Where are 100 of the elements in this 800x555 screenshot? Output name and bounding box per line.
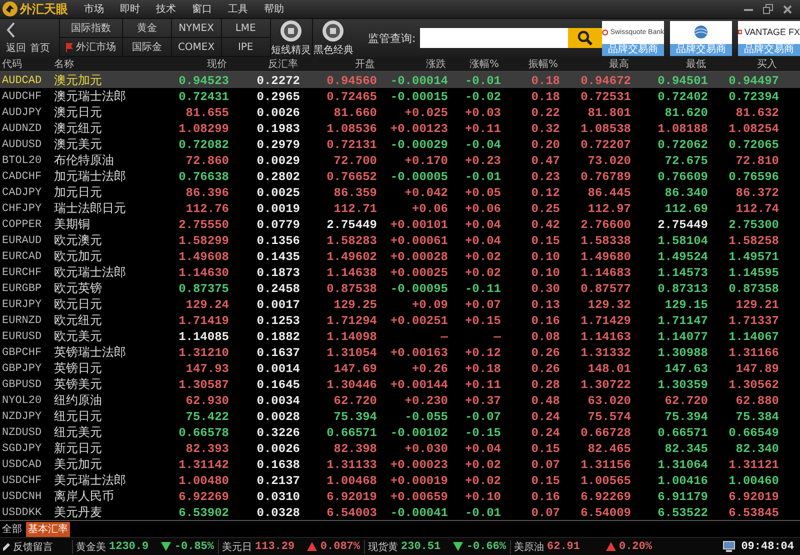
table-cell-text: 0.72131 bbox=[326, 138, 377, 152]
table-cell-text: 1.31332 bbox=[580, 346, 631, 360]
table-cell-text: 0.15 bbox=[530, 442, 560, 456]
tab[interactable]: 全部 bbox=[0, 522, 24, 536]
table-cell-text: 0.2965 bbox=[256, 90, 300, 104]
home-button[interactable]: 首页 bbox=[30, 41, 50, 55]
table-cell-text: -0.01 bbox=[464, 74, 501, 88]
table-cell-text: 0.87313 bbox=[656, 282, 708, 296]
table-cell-text: 1.08299 bbox=[178, 122, 229, 136]
table-cell-text: -0.00014 bbox=[389, 74, 448, 88]
selected-row[interactable]: AUDCAD 澳元加元 0.94523 0.2272 0.94560 -0.00014 -0.01 0.18 0.94672 0.94501 0.94497 bbox=[0, 72, 800, 88]
table-cell-text: 0.15 bbox=[530, 234, 560, 248]
market-button[interactable]: NYMEX bbox=[172, 19, 221, 38]
column-header[interactable]: 开盘 bbox=[300, 57, 377, 71]
restore-icon[interactable] bbox=[763, 4, 773, 14]
search-label: 监管查询: bbox=[368, 30, 416, 46]
table-cell-text: 0.72394 bbox=[728, 90, 779, 104]
table-cell-text: 1.08254 bbox=[728, 122, 779, 136]
table-cell-text: +0.09 bbox=[410, 298, 448, 312]
table-cell-text: 2.75550 bbox=[178, 218, 229, 232]
column-header[interactable]: 名称 bbox=[52, 57, 132, 71]
tool-button[interactable]: 黑色经典 bbox=[312, 19, 354, 57]
table-cell-text: 纽元日元 bbox=[53, 408, 103, 425]
column-header[interactable]: 涨幅% bbox=[448, 57, 501, 71]
tab[interactable]: 基本汇率 bbox=[26, 522, 70, 536]
table-cell-text: +0.00025 bbox=[389, 266, 448, 280]
table-cell-text: 62.880 bbox=[734, 394, 779, 408]
column-header[interactable]: 现价 bbox=[132, 57, 229, 71]
table-cell-text: +0.03 bbox=[464, 106, 501, 120]
table-cell-text: 112.97 bbox=[586, 202, 631, 216]
table-cell-text: 1.08536 bbox=[326, 122, 377, 136]
column-header[interactable]: 最高 bbox=[560, 57, 631, 71]
table-cell-text: 0.76596 bbox=[728, 170, 779, 184]
menu-item[interactable]: 工具 bbox=[228, 2, 248, 16]
feedback-button[interactable]: 反馈留言 bbox=[0, 540, 72, 554]
table-cell-text: 1.71294 bbox=[326, 314, 377, 328]
column-header[interactable]: 涨跌 bbox=[377, 57, 448, 71]
table-cell-text: 新元日元 bbox=[53, 440, 103, 457]
table-cell-text: 1.30446 bbox=[326, 378, 377, 392]
table-cell-text: 1.31156 bbox=[580, 458, 631, 472]
table-cell-text: +0.00163 bbox=[389, 346, 448, 360]
tool-button[interactable]: 短线精灵 bbox=[270, 19, 312, 57]
table-cell-text: 0.0328 bbox=[256, 506, 300, 520]
table-cell-text: 72.860 bbox=[184, 154, 229, 168]
table-cell-text: 1.30587 bbox=[178, 378, 229, 392]
table-cell-text: GBPUSD bbox=[1, 378, 43, 390]
broker-ad[interactable]: VANTAGE FX 品牌交易商 bbox=[738, 20, 800, 56]
table-cell-text: 美元瑞士法郎 bbox=[53, 472, 127, 489]
table-cell-text: 0.18 bbox=[530, 90, 560, 104]
market-button[interactable]: 国际指数 bbox=[60, 19, 122, 38]
table-cell-text: 1.31054 bbox=[326, 346, 377, 360]
search-button[interactable] bbox=[568, 28, 602, 48]
table-cell-text: NYOL20 bbox=[1, 394, 43, 406]
search-field[interactable] bbox=[420, 28, 568, 48]
menu-item[interactable]: 窗口 bbox=[192, 2, 212, 16]
menu-item[interactable]: 市场 bbox=[84, 2, 104, 16]
column-header[interactable]: 代码 bbox=[0, 57, 52, 71]
table-cell-text: 欧元英镑 bbox=[53, 280, 103, 297]
close-icon[interactable] bbox=[783, 4, 792, 14]
menu-item[interactable]: 即时 bbox=[120, 2, 140, 16]
back-button[interactable]: 返回 bbox=[6, 41, 26, 55]
column-header[interactable]: 买入 bbox=[708, 57, 779, 71]
table-cell-text: 0.72402 bbox=[656, 90, 708, 104]
table-cell-text: 129.15 bbox=[664, 298, 708, 312]
table-cell-text: 1.49571 bbox=[728, 250, 779, 264]
table-cell-text: +0.00061 bbox=[389, 234, 448, 248]
menu-item[interactable]: 帮助 bbox=[264, 2, 284, 16]
table-cell-text: 1.49608 bbox=[178, 250, 229, 264]
column-header[interactable]: 振幅% bbox=[501, 57, 560, 71]
table-cell-text: 1.14163 bbox=[580, 330, 631, 344]
table-cell-text: +0.04 bbox=[464, 234, 501, 248]
ticker-change: -0.66% bbox=[466, 540, 507, 552]
table-cell-text: 0.1882 bbox=[256, 330, 300, 344]
table-cell-text: 加元日元 bbox=[53, 184, 103, 201]
ticker-value: 113.29 bbox=[255, 540, 295, 552]
column-header[interactable]: 最低 bbox=[631, 57, 708, 71]
table-cell-text: 0.0029 bbox=[256, 154, 300, 168]
column-header[interactable]: 反汇率 bbox=[229, 57, 300, 71]
table-cell-text: 1.31166 bbox=[728, 346, 779, 360]
table-cell-text: 0.26 bbox=[530, 346, 560, 360]
table-cell-text: 6.92019 bbox=[728, 490, 779, 504]
table-cell-text: 1.49524 bbox=[656, 250, 708, 264]
table-cell-text: 欧元纽元 bbox=[53, 312, 103, 329]
table-cell-text: 1.58283 bbox=[326, 234, 377, 248]
table-cell-text: 6.92269 bbox=[580, 490, 631, 504]
table-cell-text: 129.24 bbox=[184, 298, 229, 312]
table-cell-text: 147.93 bbox=[184, 362, 229, 376]
table-cell-text: 81.620 bbox=[664, 106, 708, 120]
table-cell-text: -0.00041 bbox=[389, 506, 448, 520]
menu-item[interactable]: 技术 bbox=[156, 2, 176, 16]
table-cell-text: +0.23 bbox=[464, 154, 501, 168]
table-cell-text: 73.020 bbox=[586, 154, 631, 168]
market-button[interactable]: 黄金 bbox=[122, 19, 171, 38]
market-button[interactable]: LME bbox=[222, 19, 270, 38]
table-cell-text: +0.02 bbox=[464, 458, 501, 472]
table-cell-text: 0.0019 bbox=[256, 202, 300, 216]
table-cell-text: 0.94560 bbox=[326, 74, 377, 88]
table-cell-text: 0.76638 bbox=[178, 170, 229, 184]
table-cell-text: 86.372 bbox=[734, 186, 779, 200]
globe-icon bbox=[693, 25, 710, 39]
